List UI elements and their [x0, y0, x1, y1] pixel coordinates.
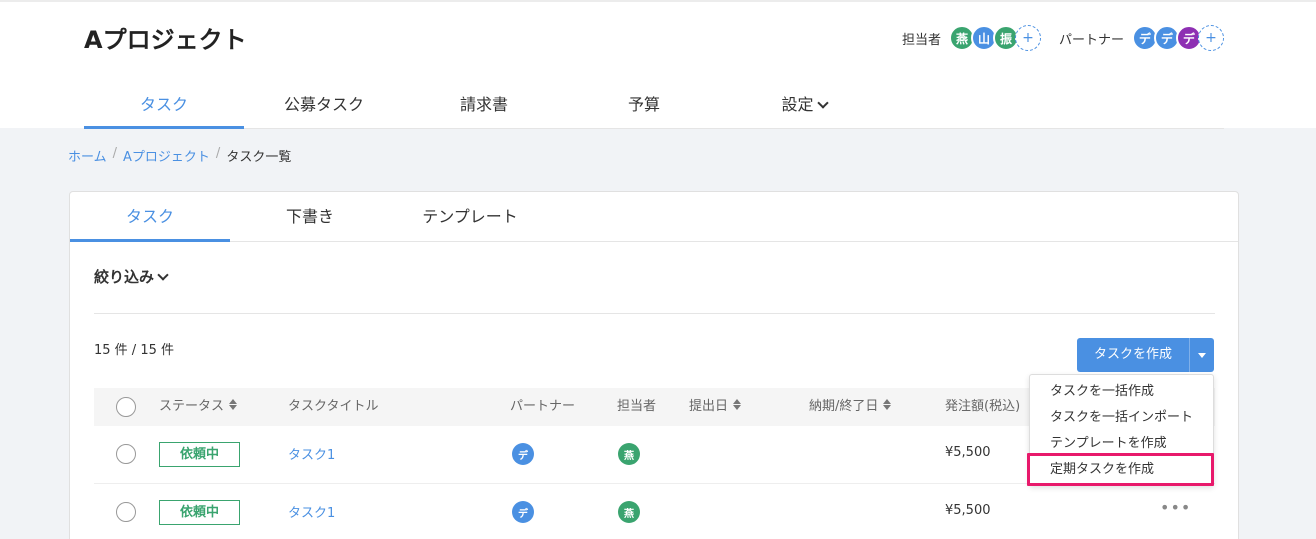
sort-icon — [229, 399, 237, 410]
tab-tasks[interactable]: タスク — [70, 192, 230, 242]
tab-templates[interactable]: テンプレート — [390, 192, 550, 242]
breadcrumb-home[interactable]: ホーム — [68, 146, 107, 165]
assignee-label: 担当者 — [901, 32, 941, 48]
create-task-button[interactable]: タスクを作成 — [1077, 338, 1189, 372]
filter-toggle[interactable]: 絞り込み — [94, 266, 169, 287]
filter-label: 絞り込み — [94, 268, 155, 286]
menu-item-bulk-create[interactable]: タスクを一括作成 — [1030, 379, 1213, 405]
column-status[interactable]: ステータス — [159, 388, 237, 426]
chevron-down-icon — [816, 97, 829, 109]
column-assignee: 担当者 — [617, 399, 657, 414]
select-all-radio[interactable] — [116, 397, 136, 417]
add-partner-button[interactable]: + — [1198, 25, 1224, 51]
column-partner: パートナー — [510, 399, 576, 414]
partner-avatar: デ — [512, 501, 534, 523]
assignee-avatar: 燕 — [618, 501, 640, 523]
member-area: 担当者 燕 山 振 + パートナー デ デ デ + — [902, 25, 1224, 51]
project-title: Aプロジェクト — [84, 26, 247, 54]
breadcrumb-project[interactable]: Aプロジェクト — [123, 146, 210, 165]
status-badge: 依頼中 — [159, 500, 240, 525]
caret-down-icon — [1198, 352, 1206, 358]
column-due-date[interactable]: 納期/終了日 — [809, 388, 891, 426]
create-task-dropdown-toggle[interactable] — [1189, 338, 1214, 372]
more-options-icon[interactable]: ••• — [1160, 498, 1191, 517]
task-tabs: タスク 下書き テンプレート — [70, 192, 1238, 242]
table-row[interactable]: 依頼中 タスク1 デ 燕 ¥5,500 ••• — [94, 484, 1215, 539]
nav-tab-tasks[interactable]: タスク — [84, 82, 244, 129]
column-due-date-label: 納期/終了日 — [809, 399, 879, 414]
column-submit-date[interactable]: 提出日 — [689, 388, 741, 426]
highlight-box — [1027, 453, 1214, 486]
task-title-link[interactable]: タスク1 — [288, 502, 335, 521]
breadcrumb-separator: / — [112, 146, 118, 161]
nav-tab-public-tasks[interactable]: 公募タスク — [244, 82, 404, 129]
nav-settings-label: 設定 — [781, 95, 814, 114]
menu-item-bulk-import[interactable]: タスクを一括インポート — [1030, 405, 1213, 431]
sort-icon — [733, 399, 741, 410]
create-task-group: タスクを作成 — [1077, 338, 1214, 372]
breadcrumb-separator: / — [215, 146, 221, 161]
column-title: タスクタイトル — [288, 399, 379, 414]
amount-value: ¥5,500 — [945, 445, 991, 460]
nav-tab-settings[interactable]: 設定 — [724, 82, 884, 129]
row-select-radio[interactable] — [116, 502, 136, 522]
breadcrumb-current: タスク一覧 — [226, 150, 292, 165]
sort-icon — [883, 399, 891, 410]
divider — [94, 313, 1215, 314]
tab-drafts[interactable]: 下書き — [230, 192, 390, 242]
breadcrumb: ホーム / Aプロジェクト / タスク一覧 — [68, 146, 291, 165]
nav-tab-budget[interactable]: 予算 — [564, 82, 724, 129]
chevron-down-icon — [157, 269, 169, 281]
nav-tab-invoices[interactable]: 請求書 — [404, 82, 564, 129]
partner-avatars: デ デ デ + — [1132, 25, 1224, 51]
result-count: 15 件 / 15 件 — [94, 343, 174, 358]
task-title-link[interactable]: タスク1 — [288, 444, 335, 463]
row-select-radio[interactable] — [116, 444, 136, 464]
assignee-avatar: 燕 — [618, 443, 640, 465]
project-header: Aプロジェクト 担当者 燕 山 振 + パートナー デ デ デ + タスク 公募… — [0, 0, 1316, 129]
status-badge: 依頼中 — [159, 442, 240, 467]
column-status-label: ステータス — [159, 399, 225, 414]
amount-value: ¥5,500 — [945, 503, 991, 518]
partner-avatar: デ — [512, 443, 534, 465]
column-submit-date-label: 提出日 — [689, 399, 729, 414]
assignee-avatars: 燕 山 振 + — [948, 25, 1041, 51]
partner-label: パートナー — [1058, 32, 1124, 48]
column-amount: 発注額(税込) — [945, 399, 1021, 414]
task-list-card: タスク 下書き テンプレート 絞り込み 15 件 / 15 件 タスクを作成 ス… — [69, 191, 1239, 539]
project-nav: タスク 公募タスク 請求書 予算 設定 — [84, 82, 1224, 129]
add-assignee-button[interactable]: + — [1014, 25, 1041, 51]
